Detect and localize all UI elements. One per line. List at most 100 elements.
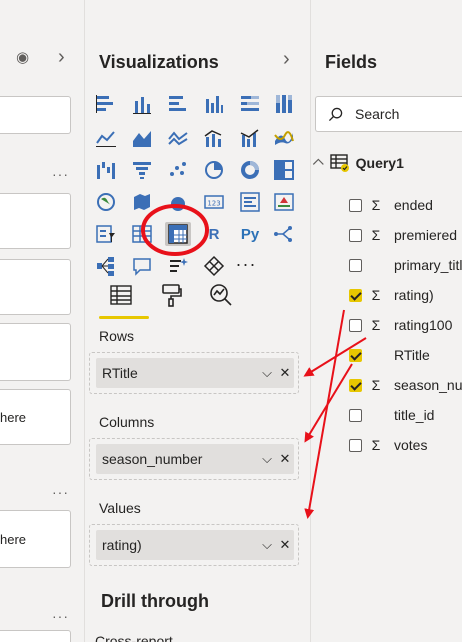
columns-well-label: Columns bbox=[99, 414, 155, 430]
field-checkbox[interactable] bbox=[349, 318, 362, 332]
chevron-down-icon[interactable]: ⌵ bbox=[258, 537, 276, 553]
100-percent-column-chart-icon[interactable] bbox=[271, 92, 297, 116]
slicer-icon[interactable] bbox=[93, 222, 119, 246]
chevron-up-icon[interactable]: ⌵ bbox=[313, 155, 324, 172]
sigma-icon: Σ bbox=[371, 437, 381, 453]
line-and-clustered-column-chart-icon[interactable] bbox=[237, 126, 263, 150]
sigma-icon: Σ bbox=[371, 317, 381, 333]
field-checkbox[interactable] bbox=[349, 258, 362, 272]
drill-through-title: Drill through bbox=[101, 591, 209, 611]
filter-drop-zone[interactable]: here bbox=[0, 389, 71, 445]
field-row[interactable]: Σseason_number bbox=[349, 377, 462, 393]
sigma-icon: Σ bbox=[371, 227, 381, 243]
field-checkbox[interactable] bbox=[349, 198, 362, 212]
field-checkbox[interactable] bbox=[349, 408, 362, 422]
field-checkbox[interactable] bbox=[349, 228, 362, 242]
rows-field-pill[interactable]: RTitle ⌵ ✕ bbox=[96, 358, 294, 388]
stacked-area-chart-icon[interactable] bbox=[165, 126, 191, 150]
fields-search-input[interactable] bbox=[353, 105, 447, 123]
values-well-label: Values bbox=[99, 500, 141, 516]
clustered-bar-chart-icon[interactable] bbox=[165, 92, 191, 116]
kpi-icon[interactable] bbox=[271, 190, 297, 214]
python-visual-icon[interactable]: Py bbox=[237, 222, 263, 246]
filter-drop-zone[interactable]: here bbox=[0, 510, 71, 568]
waterfall-chart-icon[interactable] bbox=[93, 158, 119, 182]
multi-row-card-icon[interactable] bbox=[237, 190, 263, 214]
field-checkbox-checked[interactable] bbox=[349, 378, 362, 392]
field-row[interactable]: Σrating) bbox=[349, 287, 434, 303]
field-row[interactable]: Σended bbox=[349, 197, 433, 213]
line-chart-icon[interactable] bbox=[93, 126, 119, 150]
values-well[interactable]: rating) ⌵ ✕ bbox=[89, 524, 299, 566]
fields-search-box[interactable] bbox=[315, 96, 462, 132]
field-row[interactable]: Σvotes bbox=[349, 437, 427, 453]
more-options-icon[interactable]: ··· bbox=[52, 484, 69, 500]
more-options-icon[interactable]: ··· bbox=[52, 608, 69, 624]
table-query1[interactable]: ⌵ Query1 bbox=[313, 154, 404, 172]
field-row[interactable]: title_id bbox=[349, 407, 434, 423]
card-icon[interactable]: 123 bbox=[201, 190, 227, 214]
donut-chart-icon[interactable] bbox=[237, 158, 263, 182]
chevron-down-icon[interactable]: ⌵ bbox=[258, 365, 276, 381]
r-script-visual-icon[interactable]: R bbox=[201, 222, 227, 246]
rows-well[interactable]: RTitle ⌵ ✕ bbox=[89, 352, 299, 394]
map-icon[interactable] bbox=[93, 190, 119, 214]
field-row[interactable]: RTitle bbox=[349, 347, 430, 363]
columns-well[interactable]: season_number ⌵ ✕ bbox=[89, 438, 299, 480]
chevron-right-icon[interactable]: › bbox=[58, 46, 65, 69]
line-and-column-chart-icon[interactable] bbox=[201, 126, 227, 150]
close-icon[interactable]: ✕ bbox=[276, 365, 294, 381]
clustered-column-chart-icon[interactable] bbox=[201, 92, 227, 116]
filter-search-box[interactable] bbox=[0, 96, 71, 134]
sigma-icon: Σ bbox=[371, 287, 381, 303]
treemap-icon[interactable] bbox=[271, 158, 297, 182]
chevron-down-icon[interactable]: ⌵ bbox=[258, 451, 276, 467]
funnel-chart-icon[interactable] bbox=[129, 158, 155, 182]
stacked-column-chart-icon[interactable] bbox=[129, 92, 155, 116]
field-checkbox-checked[interactable] bbox=[349, 288, 362, 302]
stacked-bar-chart-icon[interactable] bbox=[93, 92, 119, 116]
scatter-chart-icon[interactable] bbox=[165, 158, 191, 182]
field-row[interactable]: primary_title bbox=[349, 257, 462, 273]
sigma-icon: Σ bbox=[371, 377, 381, 393]
close-icon[interactable]: ✕ bbox=[276, 537, 294, 553]
filter-card[interactable] bbox=[0, 630, 71, 642]
eye-icon[interactable]: ◉ bbox=[16, 48, 29, 66]
table-icon[interactable] bbox=[129, 222, 155, 246]
analytics-tab-icon[interactable] bbox=[207, 282, 235, 308]
azure-map-icon[interactable] bbox=[165, 190, 191, 214]
format-tab-icon[interactable] bbox=[157, 282, 185, 308]
search-icon bbox=[328, 107, 343, 121]
paginated-report-icon[interactable] bbox=[201, 254, 227, 278]
visualizations-pane: Visualizations › 123 R Py ··· Rows RTitl… bbox=[85, 0, 311, 642]
smart-narrative-icon[interactable] bbox=[165, 254, 191, 278]
decomposition-tree-icon[interactable] bbox=[93, 254, 119, 278]
chevron-right-icon[interactable]: › bbox=[283, 48, 290, 71]
more-visuals-icon[interactable]: ··· bbox=[233, 252, 259, 276]
fields-pane: Fields ⌵ Query1 Σended Σpremiered primar… bbox=[311, 0, 462, 642]
field-row[interactable]: Σrating100 bbox=[349, 317, 452, 333]
100-percent-bar-chart-icon[interactable] bbox=[237, 92, 263, 116]
rows-well-label: Rows bbox=[99, 328, 135, 344]
matrix-icon[interactable] bbox=[165, 222, 191, 246]
filter-card[interactable] bbox=[0, 259, 71, 315]
filled-map-icon[interactable] bbox=[129, 190, 155, 214]
ribbon-chart-icon[interactable] bbox=[271, 126, 297, 150]
filter-card[interactable] bbox=[0, 323, 71, 381]
more-options-icon[interactable]: ··· bbox=[52, 166, 69, 182]
qna-icon[interactable] bbox=[129, 254, 155, 278]
field-checkbox[interactable] bbox=[349, 438, 362, 452]
pie-chart-icon[interactable] bbox=[201, 158, 227, 182]
field-checkbox-checked[interactable] bbox=[349, 348, 362, 362]
filters-pane: ◉ › ··· here ··· here ··· bbox=[0, 0, 85, 642]
values-field-pill[interactable]: rating) ⌵ ✕ bbox=[96, 530, 294, 560]
filter-card[interactable] bbox=[0, 193, 71, 249]
table-icon bbox=[329, 154, 350, 172]
fields-tab-icon[interactable] bbox=[107, 282, 135, 308]
close-icon[interactable]: ✕ bbox=[276, 451, 294, 467]
field-row[interactable]: Σpremiered bbox=[349, 227, 457, 243]
key-influencers-icon[interactable] bbox=[271, 222, 297, 246]
sigma-icon: Σ bbox=[371, 197, 381, 213]
columns-field-pill[interactable]: season_number ⌵ ✕ bbox=[96, 444, 294, 474]
area-chart-icon[interactable] bbox=[129, 126, 155, 150]
